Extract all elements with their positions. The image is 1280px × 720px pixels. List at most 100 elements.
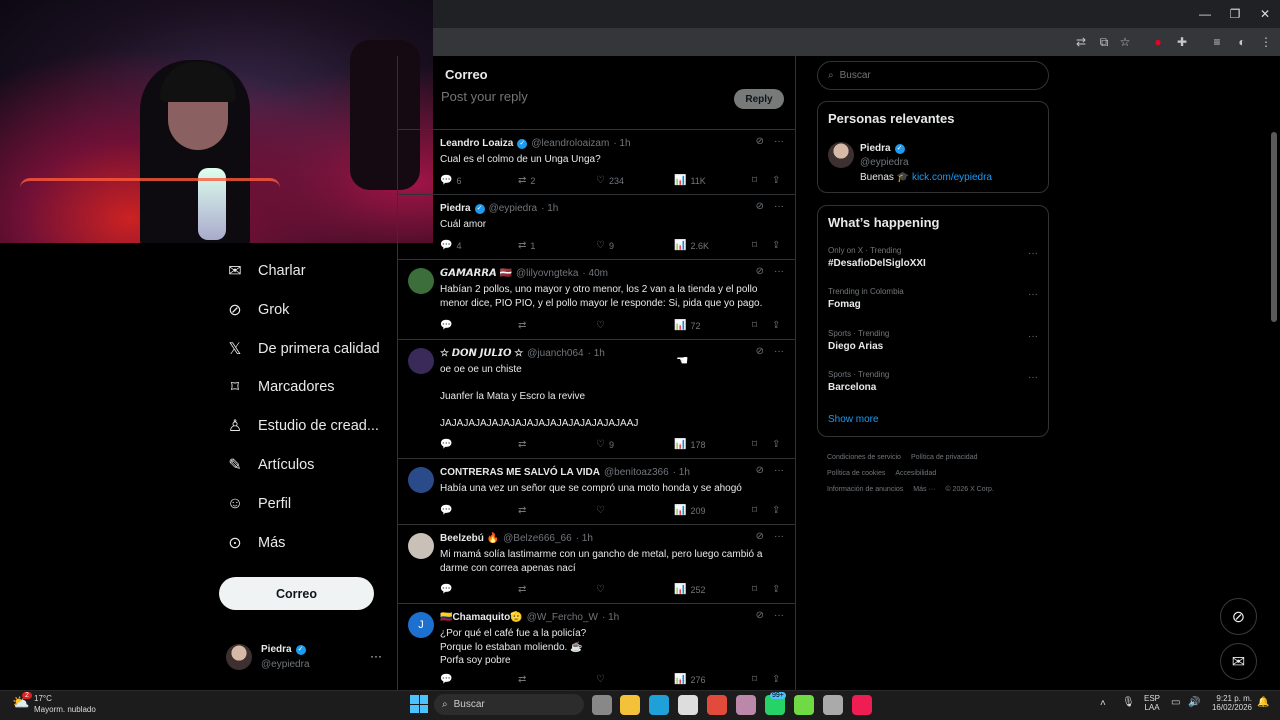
views-action[interactable]: 📊 252 xyxy=(674,584,705,595)
reply-button[interactable]: Reply xyxy=(734,89,784,109)
more-dots-icon[interactable]: ··· xyxy=(774,201,784,212)
more-dots-icon[interactable]: ··· xyxy=(774,136,784,147)
tweet-handle[interactable]: @lilyovngteka xyxy=(516,268,578,279)
more-dots-icon[interactable]: ··· xyxy=(1028,248,1038,259)
tweet-handle[interactable]: @juanch064 xyxy=(527,348,583,359)
tweet-author[interactable]: 🇨🇴Chamaquito🫡 xyxy=(440,612,523,623)
account-switcher[interactable]: Piedra ✓ @eypiedra ··· xyxy=(226,640,386,676)
repost-action[interactable]: ⇄ xyxy=(518,584,530,595)
nav-item-0[interactable]: ✉ Charlar xyxy=(226,253,305,289)
media-control-icon[interactable]: ≡ xyxy=(1208,33,1226,51)
views-action[interactable]: 📊 72 xyxy=(674,320,700,331)
trend-item[interactable]: Sports · Trending Diego Arias ··· xyxy=(828,329,1038,352)
messages-fab[interactable]: ✉ xyxy=(1220,643,1257,680)
trend-item[interactable]: Sports · Trending Barcelona ··· xyxy=(828,370,1038,393)
reply-action[interactable]: 💬 6 xyxy=(440,175,461,186)
nav-item-1[interactable]: ⊘ Grok xyxy=(226,292,289,328)
footer-link[interactable]: Condiciones de servicio xyxy=(827,454,901,461)
share-action[interactable]: ⇪ xyxy=(772,584,780,595)
show-more-link[interactable]: Show more xyxy=(828,414,879,425)
chrome-icon[interactable] xyxy=(707,695,727,715)
repost-action[interactable]: ⇄ 1 xyxy=(518,240,535,251)
grok-explain-icon[interactable]: ⊘ xyxy=(756,136,764,147)
tweet-handle[interactable]: @leandroloaizam xyxy=(531,138,609,149)
share-action[interactable]: ⇪ xyxy=(772,439,780,450)
bookmark-star-icon[interactable]: ☆ xyxy=(1116,33,1134,51)
grok-fab[interactable]: ⊘ xyxy=(1220,598,1257,635)
post-button[interactable]: Correo xyxy=(219,577,374,610)
repost-action[interactable]: ⇄ xyxy=(518,674,530,685)
like-action[interactable]: ♡ xyxy=(596,674,609,685)
reply-action[interactable]: 💬 xyxy=(440,320,456,331)
like-action[interactable]: ♡ xyxy=(596,584,609,595)
maximize-button[interactable]: ❐ xyxy=(1220,4,1250,24)
like-action[interactable]: ♡ xyxy=(596,320,609,331)
footer-link[interactable]: Información de anuncios xyxy=(827,486,903,493)
tweet-author[interactable]: Leandro Loaiza xyxy=(440,138,513,149)
footer-link[interactable]: Política de privacidad xyxy=(911,454,978,461)
grok-explain-icon[interactable]: ⊘ xyxy=(756,266,764,277)
extensions-puzzle-icon[interactable]: ✚ xyxy=(1173,33,1191,51)
like-action[interactable]: ♡ 9 xyxy=(596,439,614,450)
relevant-name[interactable]: Piedra xyxy=(860,143,891,154)
like-action[interactable]: ♡ 234 xyxy=(596,175,624,186)
avatar[interactable] xyxy=(408,268,434,294)
tweet-author[interactable]: ☆ 𝘿𝙊𝙉 𝙅𝙐𝙇𝙄𝙊 ☆ xyxy=(440,348,523,359)
share-action[interactable]: ⇪ xyxy=(772,175,780,186)
grok-explain-icon[interactable]: ⊘ xyxy=(756,610,764,621)
tweet-handle[interactable]: @eypiedra xyxy=(489,203,538,214)
tweet[interactable]: ☆ 𝘿𝙊𝙉 𝙅𝙐𝙇𝙄𝙊 ☆ @juanch064 · 1h ⊘ ··· oe oe oe … xyxy=(398,340,796,459)
bookmark-action[interactable]: ⌑ xyxy=(752,505,757,516)
grok-explain-icon[interactable]: ⊘ xyxy=(756,531,764,542)
repost-action[interactable]: ⇄ xyxy=(518,505,530,516)
volume-icon[interactable]: 🔊 xyxy=(1188,697,1200,708)
microphone-icon[interactable]: 🎙 xyxy=(1122,697,1135,708)
views-action[interactable]: 📊 178 xyxy=(674,439,705,450)
network-icon[interactable]: ▭ xyxy=(1171,697,1180,708)
nav-item-5[interactable]: ✎ Artículos xyxy=(226,447,314,483)
bookmark-action[interactable]: ⌑ xyxy=(752,674,757,685)
relevant-link[interactable]: kick.com/eypiedra xyxy=(912,172,992,183)
tweet-author[interactable]: CONTRERAS ME SALVÓ LA VIDA xyxy=(440,467,600,478)
tiktok-icon[interactable] xyxy=(852,695,872,715)
task-view-icon[interactable] xyxy=(592,695,612,715)
footer-link[interactable]: Más ··· xyxy=(913,486,935,493)
more-dots-icon[interactable]: ··· xyxy=(774,531,784,542)
reply-action[interactable]: 💬 xyxy=(440,674,456,685)
tweet-author[interactable]: Beelzebú 🔥 xyxy=(440,533,499,544)
avatar[interactable]: J xyxy=(408,612,434,638)
trend-item[interactable]: Trending in Colombia Fomag ··· xyxy=(828,287,1038,310)
tweet-handle[interactable]: @benitoaz366 xyxy=(604,467,669,478)
share-action[interactable]: ⇪ xyxy=(772,674,780,685)
tweet-author[interactable]: Piedra xyxy=(440,203,471,214)
profile-icon[interactable]: ◐ xyxy=(1233,33,1251,51)
avatar[interactable] xyxy=(828,142,854,168)
more-dots-icon[interactable]: ··· xyxy=(1028,331,1038,342)
reply-input[interactable] xyxy=(441,89,721,104)
grok-explain-icon[interactable]: ⊘ xyxy=(756,465,764,476)
tweet-author[interactable]: 𝙂𝘼𝙈𝘼𝙍𝙍𝘼 🇱🇻 xyxy=(440,268,512,279)
bookmark-action[interactable]: ⌑ xyxy=(752,584,757,595)
more-dots-icon[interactable]: ··· xyxy=(774,346,784,357)
tweet[interactable]: Beelzebú 🔥 @Belze666_66 · 1h ⊘ ··· Mi mamá so… xyxy=(398,525,796,604)
notifications-icon[interactable]: 🔔 xyxy=(1257,697,1269,708)
clock[interactable]: 9:21 p. m. 16/02/2026 xyxy=(1208,694,1252,712)
like-action[interactable]: ♡ 9 xyxy=(596,240,614,251)
repost-action[interactable]: ⇄ 2 xyxy=(518,175,535,186)
avatar[interactable] xyxy=(408,467,434,493)
upwork-icon[interactable] xyxy=(794,695,814,715)
grok-explain-icon[interactable]: ⊘ xyxy=(756,346,764,357)
more-dots-icon[interactable]: ··· xyxy=(774,266,784,277)
nav-item-7[interactable]: ⊙ Más xyxy=(226,525,285,561)
bookmark-action[interactable]: ⌑ xyxy=(752,175,757,186)
views-action[interactable]: 📊 2.6K xyxy=(674,240,709,251)
more-dots-icon[interactable]: ··· xyxy=(370,649,382,663)
windows-start-icon[interactable] xyxy=(410,695,428,713)
tweet[interactable]: J 🇨🇴Chamaquito🫡 @W_Fercho_W · 1h ⊘ ··· ¿Por qu… xyxy=(398,604,796,694)
repost-action[interactable]: ⇄ xyxy=(518,439,530,450)
views-action[interactable]: 📊 11K xyxy=(674,175,706,186)
tweet[interactable]: Piedra ✓ @eypiedra · 1h ⊘ ··· Cuál amor 💬 4 ⇄ 1 ♡ 9 📊… xyxy=(398,195,796,260)
bookmark-action[interactable]: ⌑ xyxy=(752,320,757,331)
nav-item-2[interactable]: 𝕏 De primera calidad xyxy=(226,331,380,367)
grok-explain-icon[interactable]: ⊘ xyxy=(756,201,764,212)
